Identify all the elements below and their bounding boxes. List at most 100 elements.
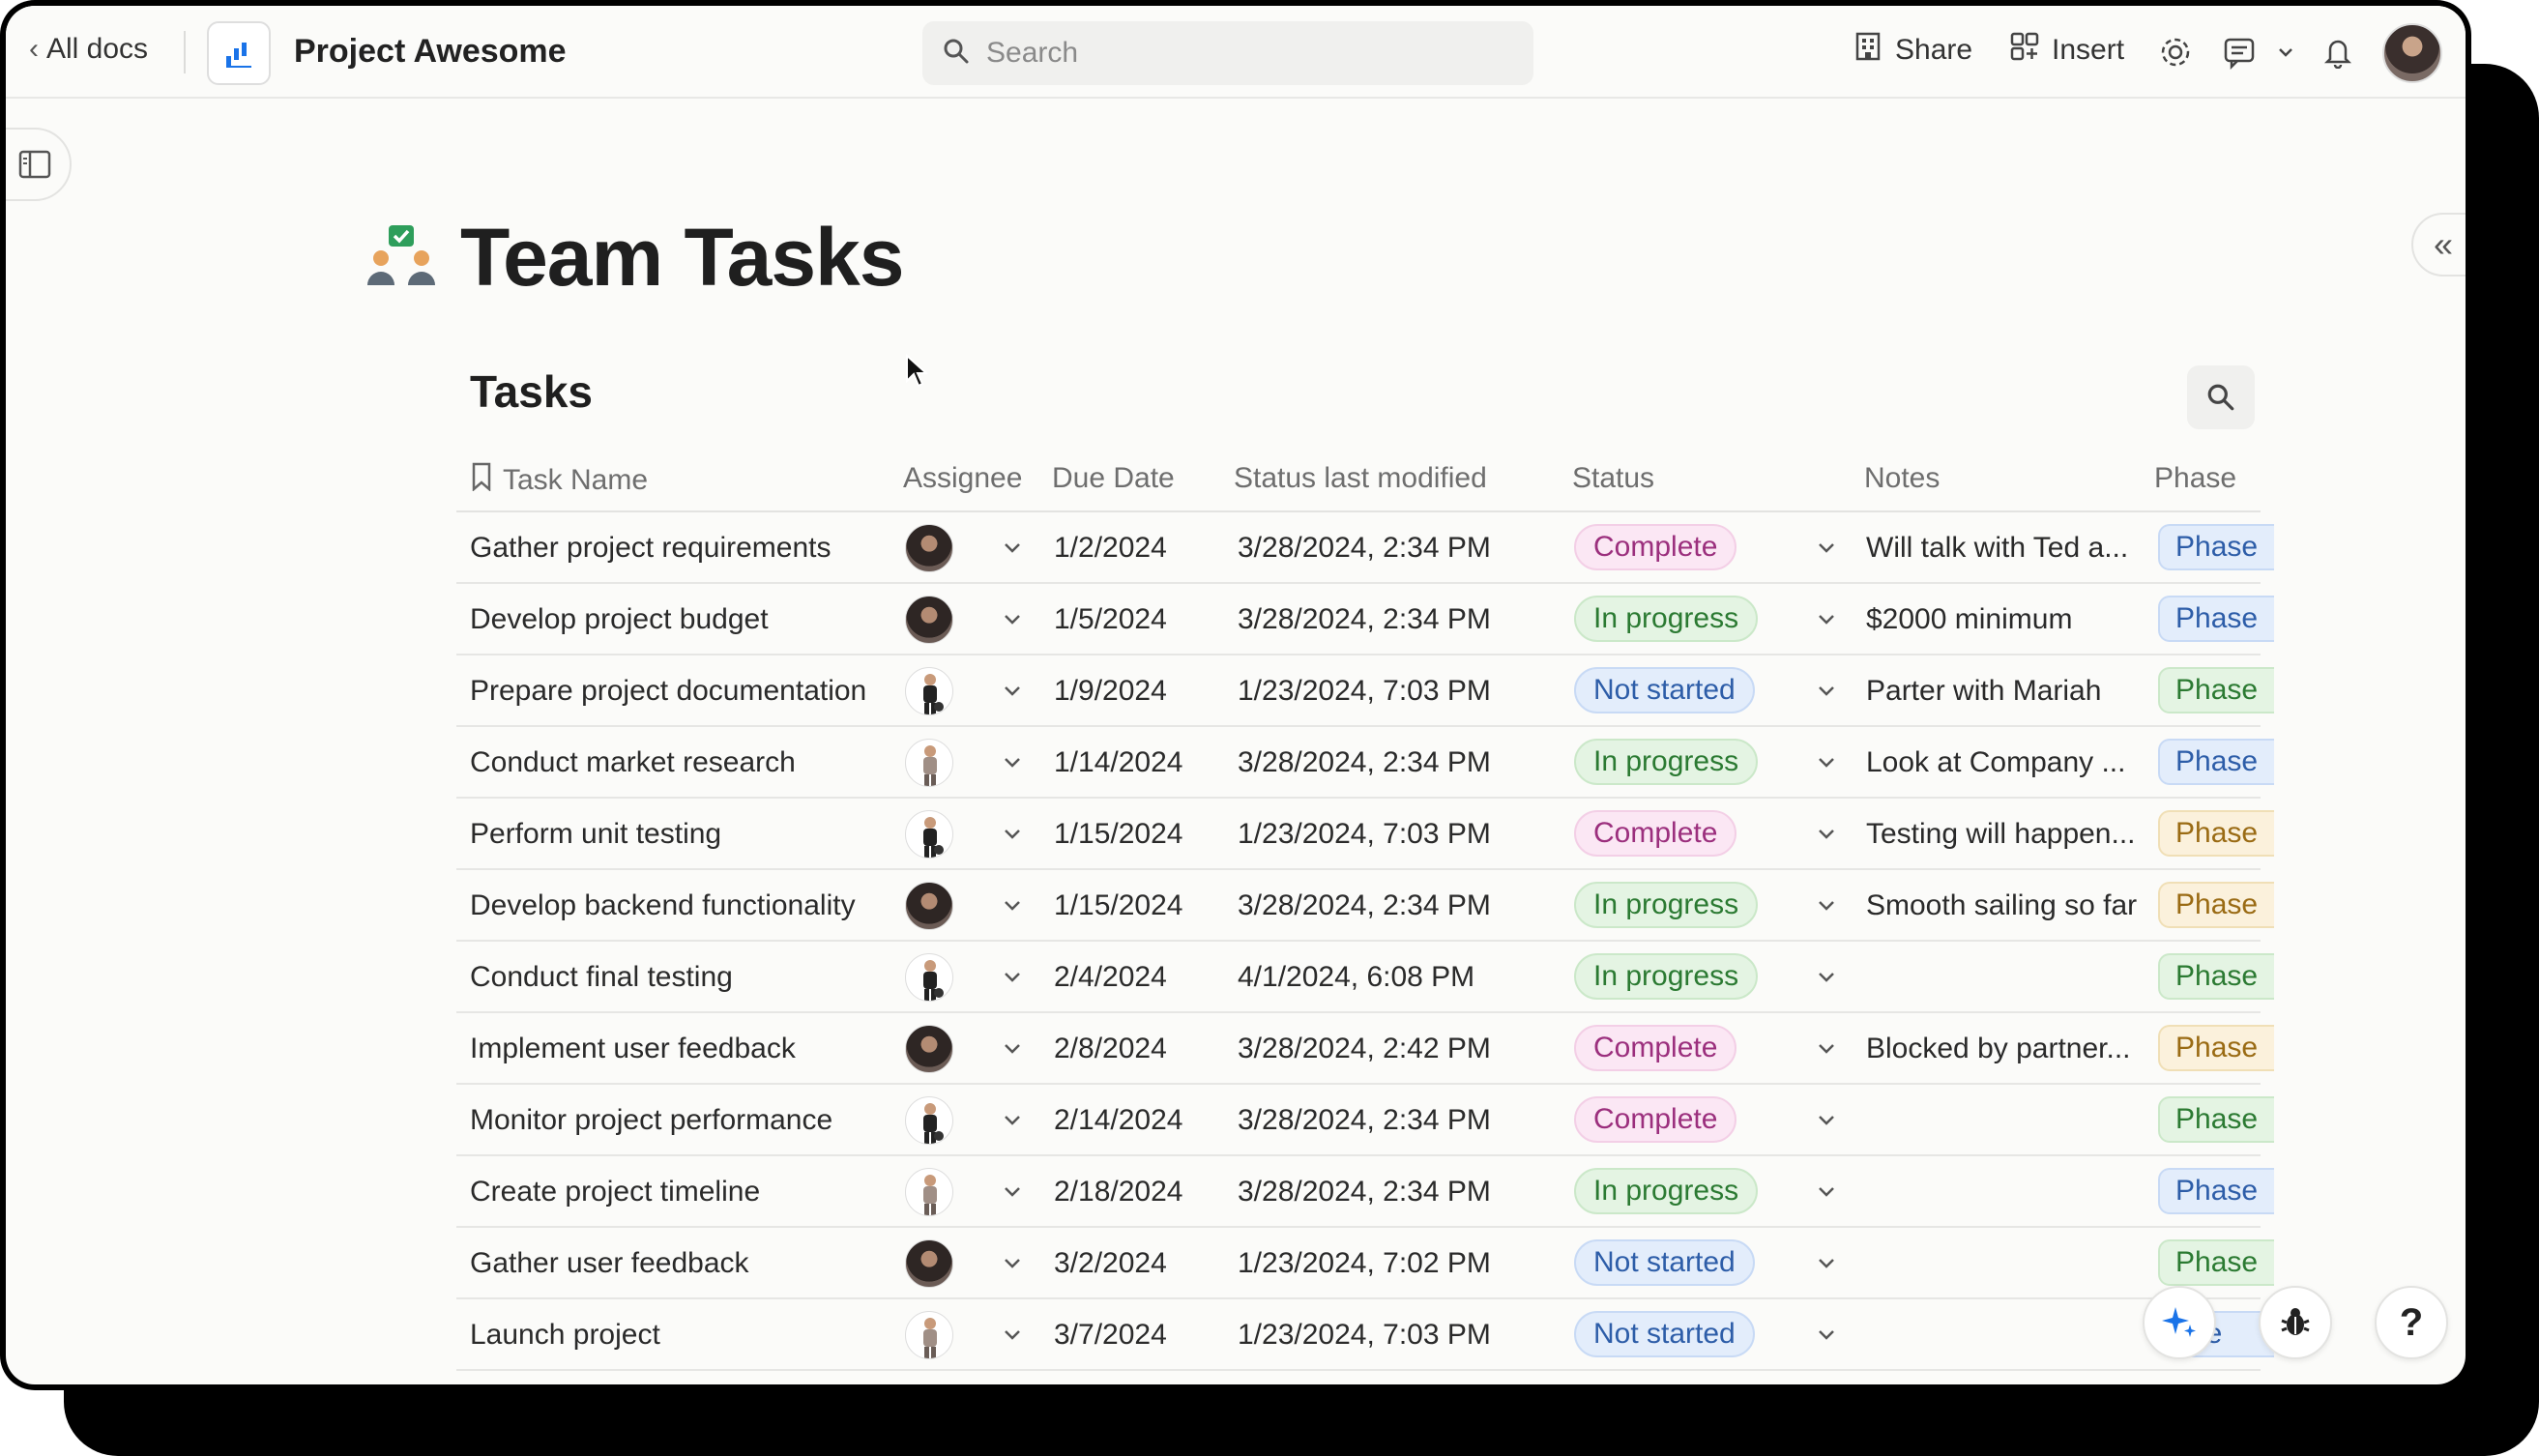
phase-pill[interactable]: Phase xyxy=(2158,1025,2274,1071)
phase-pill[interactable]: Phase xyxy=(2158,667,2274,713)
notes-cell[interactable]: $2000 minimum xyxy=(1866,603,2148,636)
chevron-down-icon[interactable] xyxy=(1812,1178,1841,1207)
task-name-cell[interactable]: Gather user feedback xyxy=(470,1247,749,1280)
chevron-down-icon[interactable] xyxy=(998,891,1027,920)
column-header-assignee[interactable]: Assignee xyxy=(903,462,1022,495)
column-header-notes[interactable]: Notes xyxy=(1864,462,1940,495)
chevron-down-icon[interactable] xyxy=(998,963,1027,992)
table-row[interactable]: Gather project requirements 1/2/2024 3/28/… xyxy=(456,512,2274,584)
table-row[interactable]: Prepare project documentation 1/9/2024 1/2… xyxy=(456,655,2274,727)
chevron-down-icon[interactable] xyxy=(998,1034,1027,1063)
table-row[interactable]: Develop project budget 1/5/2024 3/28/2024,… xyxy=(456,584,2274,655)
task-name-cell[interactable]: Perform unit testing xyxy=(470,818,721,851)
status-pill[interactable]: In progress xyxy=(1574,596,1759,642)
chevron-down-icon[interactable] xyxy=(998,605,1027,634)
assignee-avatar[interactable] xyxy=(905,1168,953,1216)
task-name-cell[interactable]: Monitor project performance xyxy=(470,1104,832,1137)
task-name-cell[interactable]: Prepare project documentation xyxy=(470,675,866,708)
status-pill[interactable]: In progress xyxy=(1574,1168,1759,1214)
status-pill[interactable]: Complete xyxy=(1574,1025,1737,1071)
task-name-cell[interactable]: Conduct final testing xyxy=(470,961,733,994)
notes-cell[interactable]: Will talk with Ted a... xyxy=(1866,532,2148,565)
notes-cell[interactable]: Smooth sailing so far xyxy=(1866,889,2148,922)
status-pill[interactable]: Complete xyxy=(1574,810,1737,857)
phase-pill[interactable]: Phase xyxy=(2158,882,2274,928)
assignee-avatar[interactable] xyxy=(905,1025,953,1073)
status-pill[interactable]: In progress xyxy=(1574,882,1759,928)
share-button[interactable]: Share xyxy=(1853,31,1972,70)
notes-cell[interactable]: Look at Company ... xyxy=(1866,746,2148,779)
due-date-cell[interactable]: 3/2/2024 xyxy=(1054,1247,1167,1280)
status-pill[interactable]: In progress xyxy=(1574,953,1759,1000)
table-row[interactable]: Monitor project performance 2/14/2024 3/28… xyxy=(456,1085,2274,1156)
bell-icon[interactable] xyxy=(2317,31,2359,73)
column-header-due-date[interactable]: Due Date xyxy=(1052,462,1175,495)
double-chevron-left-icon[interactable]: « xyxy=(2411,213,2466,277)
phase-pill[interactable]: Phase xyxy=(2158,1168,2274,1214)
assignee-avatar[interactable] xyxy=(905,1239,953,1288)
column-header-status-last-modified[interactable]: Status last modified xyxy=(1234,462,1487,495)
status-pill[interactable]: Not started xyxy=(1574,1311,1755,1357)
chevron-down-icon[interactable] xyxy=(1812,605,1841,634)
user-avatar[interactable] xyxy=(2382,23,2442,83)
due-date-cell[interactable]: 1/15/2024 xyxy=(1054,818,1182,851)
chevron-down-icon[interactable] xyxy=(998,1249,1027,1278)
status-pill[interactable]: Complete xyxy=(1574,1096,1737,1143)
phase-pill[interactable]: Phase xyxy=(2158,524,2274,570)
phase-pill[interactable]: Phase xyxy=(2158,596,2274,642)
task-name-cell[interactable]: Develop backend functionality xyxy=(470,889,856,922)
chevron-down-icon[interactable] xyxy=(1812,748,1841,777)
task-name-cell[interactable]: Gather project requirements xyxy=(470,532,832,565)
notes-cell[interactable]: Testing will happen... xyxy=(1866,818,2148,851)
due-date-cell[interactable]: 2/14/2024 xyxy=(1054,1104,1182,1137)
task-name-cell[interactable]: Conduct market research xyxy=(470,746,796,779)
ai-sparkle-icon[interactable] xyxy=(2143,1286,2216,1359)
task-name-cell[interactable]: Implement user feedback xyxy=(470,1033,796,1065)
assignee-avatar[interactable] xyxy=(905,524,953,572)
due-date-cell[interactable]: 1/15/2024 xyxy=(1054,889,1182,922)
status-pill[interactable]: Complete xyxy=(1574,524,1737,570)
chevron-down-icon[interactable] xyxy=(998,1106,1027,1135)
doc-title[interactable]: Project Awesome xyxy=(294,33,567,71)
column-header-phase[interactable]: Phase xyxy=(2154,462,2236,495)
chevron-down-icon[interactable] xyxy=(998,534,1027,563)
task-name-cell[interactable]: Launch project xyxy=(470,1319,660,1352)
comment-icon[interactable] xyxy=(2218,31,2261,73)
assignee-avatar[interactable] xyxy=(905,953,953,1002)
table-row[interactable]: Implement user feedback 2/8/2024 3/28/2024… xyxy=(456,1013,2274,1085)
due-date-cell[interactable]: 1/5/2024 xyxy=(1054,603,1167,636)
phase-pill[interactable]: Phase xyxy=(2158,1239,2274,1286)
doc-chart-icon[interactable] xyxy=(207,21,271,85)
bug-icon[interactable] xyxy=(2259,1286,2332,1359)
task-name-cell[interactable]: Develop project budget xyxy=(470,603,769,636)
table-row[interactable]: Gather user feedback 3/2/2024 1/23/2024, 7… xyxy=(456,1228,2274,1299)
chevron-down-icon[interactable] xyxy=(998,1178,1027,1207)
notes-cell[interactable]: Blocked by partner... xyxy=(1866,1033,2148,1065)
assignee-avatar[interactable] xyxy=(905,596,953,644)
chevron-down-icon[interactable] xyxy=(1812,1034,1841,1063)
phase-pill[interactable]: Phase xyxy=(2158,810,2274,857)
gear-icon[interactable] xyxy=(2154,31,2197,73)
assignee-avatar[interactable] xyxy=(905,810,953,859)
table-search-icon[interactable] xyxy=(2187,365,2255,429)
task-name-cell[interactable]: Create project timeline xyxy=(470,1176,760,1208)
chevron-down-icon[interactable] xyxy=(1812,891,1841,920)
chevron-down-icon[interactable] xyxy=(1812,677,1841,706)
assignee-avatar[interactable] xyxy=(905,882,953,930)
status-pill[interactable]: In progress xyxy=(1574,739,1759,785)
chevron-down-icon[interactable] xyxy=(2264,31,2307,73)
table-row[interactable]: Conduct final testing 2/4/2024 4/1/2024, 6… xyxy=(456,942,2274,1013)
search-box[interactable] xyxy=(922,21,1533,85)
table-row[interactable]: Perform unit testing 1/15/2024 1/23/2024, … xyxy=(456,799,2274,870)
assignee-avatar[interactable] xyxy=(905,667,953,715)
table-row[interactable]: Create project timeline 2/18/2024 3/28/202… xyxy=(456,1156,2274,1228)
status-pill[interactable]: Not started xyxy=(1574,667,1755,713)
search-input[interactable] xyxy=(986,37,1489,70)
help-button[interactable]: ? xyxy=(2375,1286,2448,1359)
insert-button[interactable]: Insert xyxy=(2009,31,2124,70)
due-date-cell[interactable]: 1/2/2024 xyxy=(1054,532,1167,565)
chevron-down-icon[interactable] xyxy=(998,748,1027,777)
phase-pill[interactable]: Phase xyxy=(2158,953,2274,1000)
chevron-down-icon[interactable] xyxy=(998,677,1027,706)
chevron-down-icon[interactable] xyxy=(1812,1106,1841,1135)
